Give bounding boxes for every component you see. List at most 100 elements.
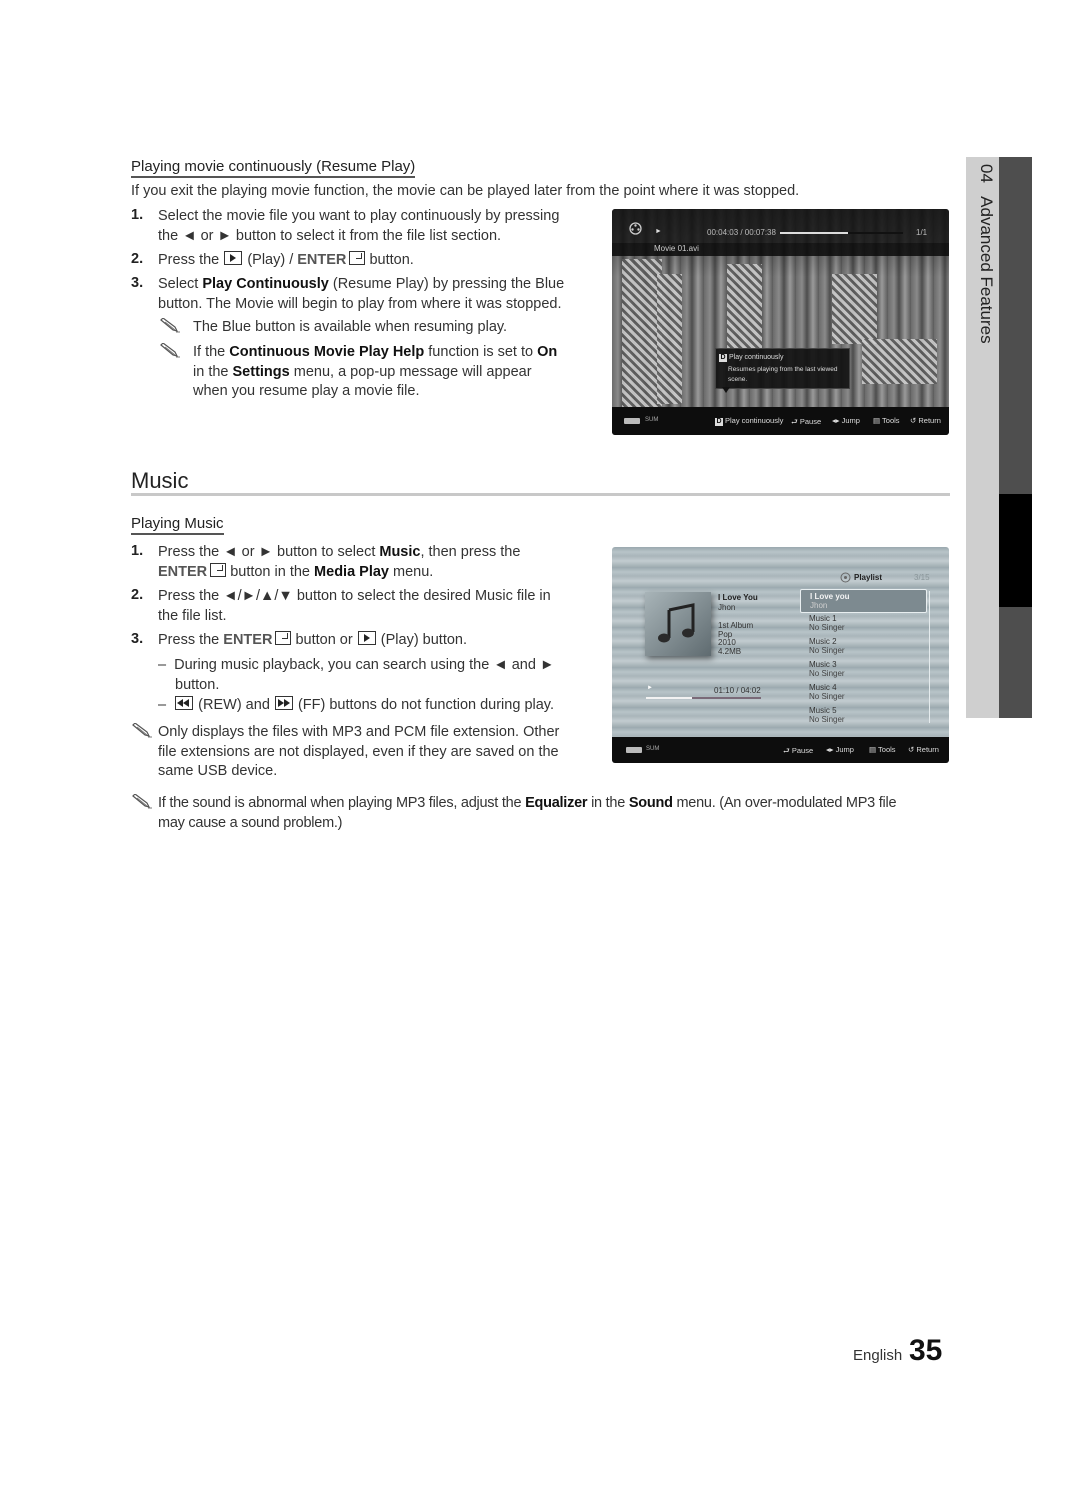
- music-progress-track[interactable]: [646, 697, 761, 699]
- step-number: 3.: [131, 631, 144, 647]
- note-pencil-icon: [132, 723, 152, 738]
- popup-body-1: Resumes playing from the last viewed: [728, 366, 838, 373]
- movie-reel-icon: [629, 222, 642, 235]
- music-note-1: Only displays the files with MP3 and PCM…: [158, 723, 588, 782]
- playlist-item[interactable]: Music 2 No Singer: [800, 635, 925, 657]
- music-player-screenshot: I Love You Jhon 1st Album Pop 2010 4.2MB…: [612, 547, 949, 763]
- note-text: menu, a pop-up message will appear: [293, 363, 532, 380]
- playlist-item-title: Music 1: [809, 614, 837, 623]
- left-right-icon: ◂▸: [826, 745, 836, 754]
- step-number: 1.: [131, 207, 144, 223]
- control-label: Jump: [835, 745, 854, 754]
- movie-progress-track[interactable]: [780, 232, 903, 234]
- note-text: file extensions are not displayed, even …: [158, 743, 559, 760]
- music-note-icon: [658, 603, 695, 643]
- resume-heading: Playing movie continuously (Resume Play): [131, 158, 416, 178]
- note-bold: Continuous Movie Play Help: [229, 344, 425, 360]
- scene-image: [862, 339, 937, 384]
- step-text: (REW) and: [198, 697, 270, 713]
- movie-progress-fill: [780, 232, 848, 234]
- step-text: or: [200, 227, 214, 244]
- resume-intro: If you exit the playing movie function, …: [131, 183, 800, 199]
- section-title-music: Music: [131, 468, 189, 493]
- control-label: Return: [918, 416, 941, 425]
- popup-tail: [722, 387, 730, 393]
- step-text: button.: [369, 252, 414, 268]
- step-text: or: [241, 544, 255, 560]
- music-heading: Playing Music: [131, 515, 224, 535]
- step-text: , then press the: [420, 544, 521, 560]
- playlist-item[interactable]: I Love you Jhon: [800, 589, 927, 613]
- song-title: I Love You: [718, 593, 758, 602]
- song-artist: Jhon: [718, 603, 736, 612]
- control-jump[interactable]: ◂▸ Jump: [832, 416, 860, 425]
- right-arrow-icon: ►: [539, 657, 555, 673]
- step-text: (Play) button.: [380, 632, 468, 648]
- control-label: Pause: [791, 746, 814, 755]
- rewind-key-icon: [175, 696, 194, 710]
- enter-icon: ⮐: [783, 746, 792, 755]
- playlist-count: 3/15: [914, 573, 930, 582]
- playlist-item[interactable]: Music 3 No Singer: [800, 658, 925, 680]
- playlist-item-artist: No Singer: [809, 669, 845, 678]
- playlist-item[interactable]: Music 4 No Singer: [800, 681, 925, 703]
- control-pause[interactable]: ⮐ Pause: [783, 745, 813, 758]
- right-arrow-icon: ►: [217, 227, 232, 244]
- resume-note-2: If the Continuous Movie Play Help functi…: [193, 343, 593, 402]
- music-step-1: Press the ◄ or ► button to select Music,…: [158, 543, 588, 582]
- play-key-icon: [224, 251, 243, 265]
- enter-icon: [210, 562, 227, 577]
- step-number: 2.: [131, 251, 144, 267]
- playlist-item-title: I Love you: [810, 592, 850, 601]
- control-tools[interactable]: ▤ Tools: [869, 745, 896, 754]
- note-text: function is set to: [428, 344, 534, 360]
- playlist-item[interactable]: Music 5 No Singer: [800, 704, 925, 726]
- step-text: button.: [175, 676, 220, 693]
- right-arrow-icon: ►: [258, 544, 273, 560]
- step-text: Select: [158, 276, 199, 292]
- left-arrow-icon: ◄: [182, 227, 197, 244]
- enter-key-label: ENTER: [223, 632, 273, 648]
- note-pencil-icon: [132, 794, 152, 809]
- step-text: button to select the desired Music file …: [296, 588, 551, 604]
- control-return[interactable]: ↺ Return: [910, 416, 941, 425]
- step-text: the: [158, 227, 179, 244]
- note-bold: Sound: [628, 795, 673, 811]
- blue-d-key-icon: D: [715, 418, 723, 426]
- note-text: If the sound is abnormal when playing MP…: [158, 795, 522, 811]
- playlist-item[interactable]: Music 1 No Singer: [800, 612, 925, 634]
- usb-device-icon: [626, 747, 642, 753]
- chapter-title: Advanced Features: [977, 196, 996, 344]
- note-text: in the: [591, 795, 626, 811]
- section-divider: [131, 493, 950, 496]
- step-text: (FF) buttons do not function during play…: [297, 697, 554, 713]
- control-pause[interactable]: ⮐ Pause: [791, 416, 821, 429]
- playlist-item-title: Music 3: [809, 660, 837, 669]
- step-number: 2.: [131, 587, 144, 603]
- step-text: button to select it from the file list s…: [235, 227, 502, 244]
- play-state-icon: ►: [647, 685, 653, 691]
- popup-body-2: scene.: [728, 376, 748, 383]
- control-return[interactable]: ↺ Return: [908, 745, 939, 754]
- scene-image: [657, 274, 682, 404]
- step-bold: Media Play: [314, 563, 389, 580]
- device-name: SUM: [645, 417, 659, 423]
- note-text: in the: [193, 363, 229, 380]
- step-text: (Resume Play) by pressing the Blue: [332, 276, 565, 292]
- note-text: menu. (An over-modulated MP3 file: [676, 795, 897, 811]
- playlist-scrollbar[interactable]: [929, 591, 930, 723]
- step-text: Press the: [158, 544, 220, 560]
- player-top-bar: [612, 209, 949, 243]
- control-play-continuously[interactable]: D Play continuously: [715, 416, 783, 426]
- step-text: Select the movie file you want to play c…: [158, 208, 560, 224]
- movie-time: 00:04:03 / 00:07:38: [707, 228, 776, 237]
- step-text: Press the: [158, 588, 220, 604]
- step-text: During music playback, you can search us…: [174, 657, 490, 673]
- chapter-tab-marker: [999, 494, 1032, 607]
- control-jump[interactable]: ◂▸ Jump: [826, 745, 854, 754]
- control-tools[interactable]: ▤ Tools: [873, 416, 900, 425]
- step-number: 1.: [131, 543, 144, 559]
- music-bottom-bar: SUM ⮐ Pause ◂▸ Jump ▤ Tools ↺ Return: [612, 737, 949, 763]
- player-bottom-bar: SUM D Play continuously ⮐ Pause ◂▸ Jump ▤…: [612, 407, 949, 435]
- enter-key-label: ENTER: [297, 252, 347, 268]
